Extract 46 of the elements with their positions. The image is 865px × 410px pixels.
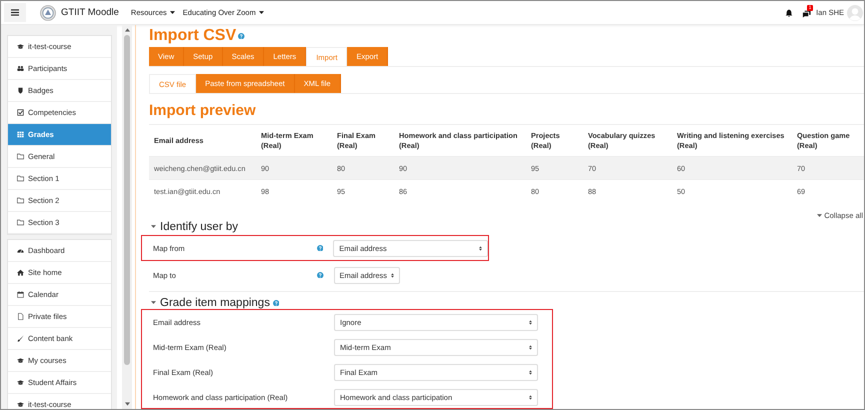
updown-caret-icon [529,370,532,375]
updown-caret-icon [529,320,532,325]
mortarboard-icon [17,357,24,364]
help-icon[interactable] [317,272,324,278]
folder-icon [17,219,24,226]
menu-icon [11,9,19,16]
users-icon [17,65,24,72]
page-title: Import CSV [149,26,236,46]
caret-icon [817,214,822,218]
updown-caret-icon [529,395,532,400]
section-toggle[interactable]: Identify user by [149,220,238,234]
home-icon [17,269,24,276]
help-icon[interactable] [316,244,324,252]
folder-icon [17,197,24,204]
table-icon [17,131,24,138]
folder-icon [17,175,24,182]
caret-icon [151,301,156,305]
caret-icon [151,225,156,229]
seal-logo-icon [40,4,56,20]
mortarboard-icon [17,43,24,50]
scrollbar[interactable] [122,25,132,409]
section-heading: Import preview [149,102,257,120]
brush-icon [17,335,24,342]
menu-button[interactable] [4,3,26,22]
help-icon[interactable] [272,300,280,306]
bell-icon[interactable] [785,8,794,16]
updown-caret-icon [529,345,532,350]
calendar-icon [17,291,24,298]
chat-icon[interactable] [802,8,812,18]
folder-icon [17,153,24,160]
gauge-icon [17,247,24,254]
updown-caret-icon [479,246,482,250]
mortarboard-icon [17,401,24,408]
help-icon[interactable] [238,32,245,40]
shield-icon [17,87,24,94]
checkbox-icon [17,109,24,116]
updown-caret-icon [391,272,394,278]
scroll-down-icon[interactable] [124,402,130,406]
scrollbar-thumb[interactable] [124,35,130,365]
file-icon [17,313,24,320]
caret-icon [170,10,175,14]
caret-icon [258,10,264,14]
site-name[interactable]: GTIIT Moodle [61,7,119,18]
mortarboard-icon [17,379,24,386]
scroll-up-icon[interactable] [124,28,130,32]
section-toggle[interactable]: Grade item mappings [149,296,270,310]
